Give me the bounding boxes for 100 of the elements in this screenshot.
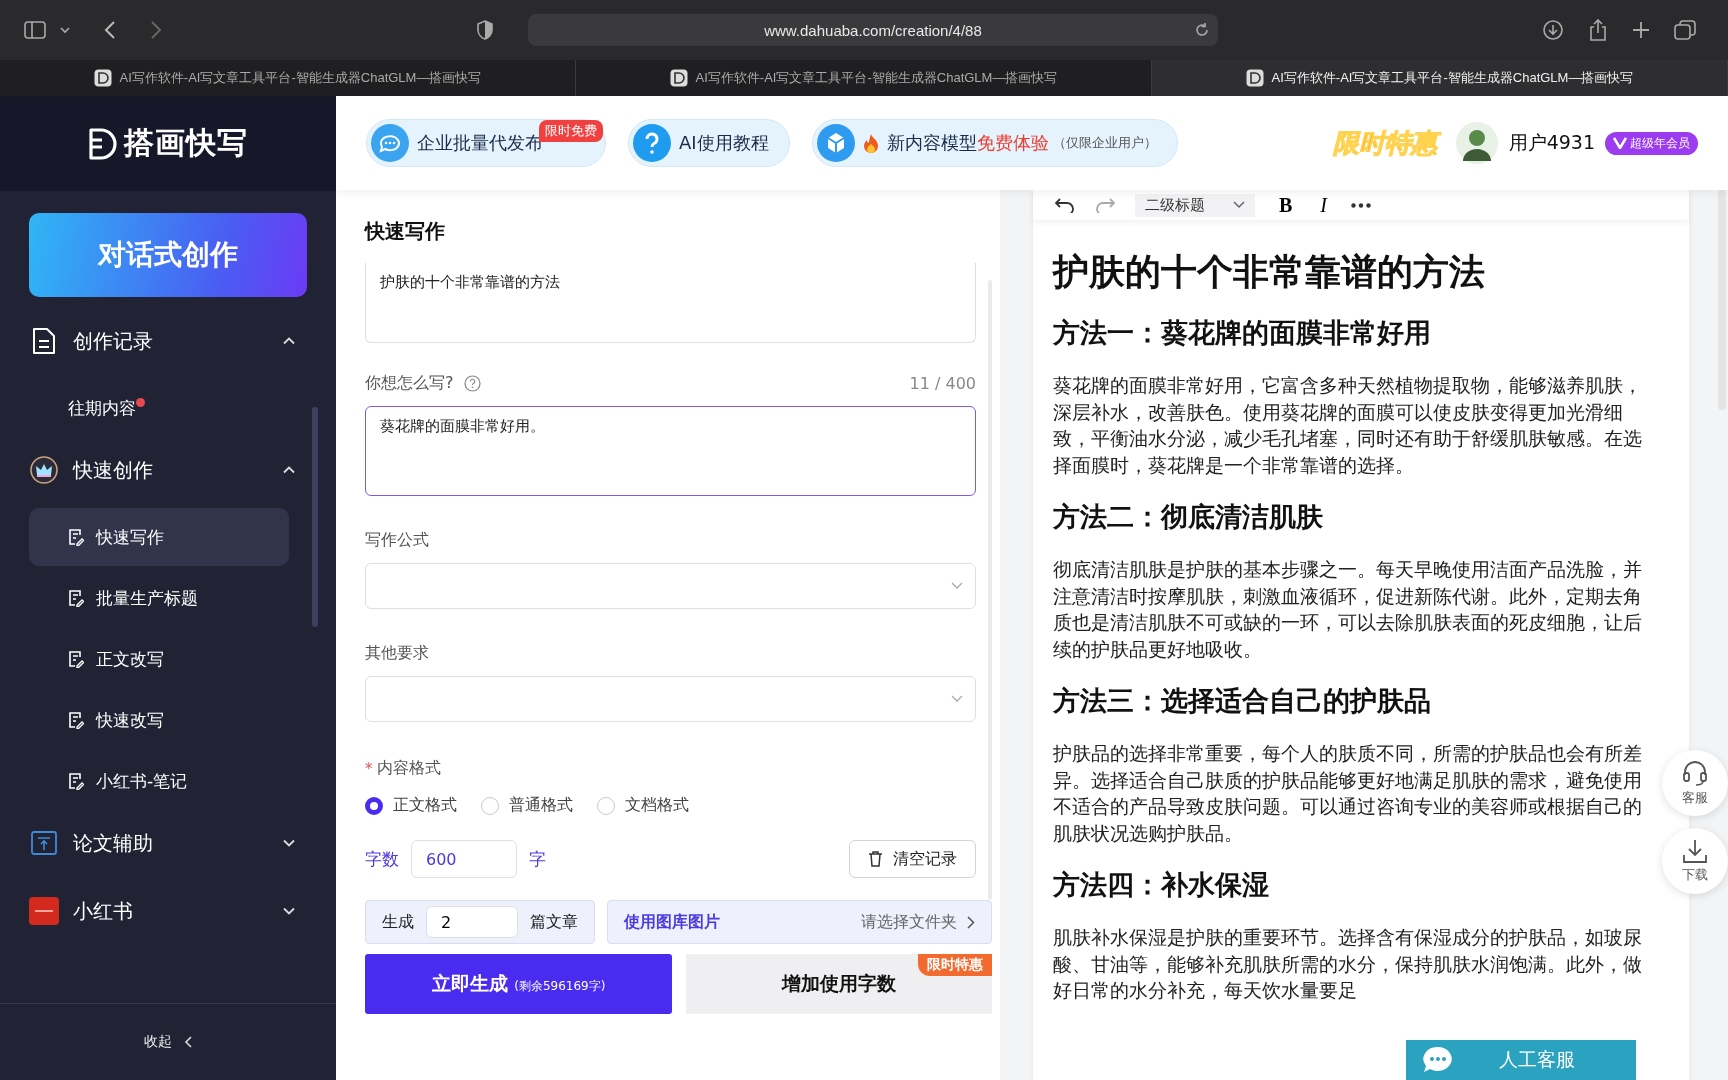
membership-badge: 超级年会员 — [1605, 131, 1698, 155]
menu-item[interactable]: 正文改写 — [29, 630, 289, 688]
panel-title: 快速写作 — [365, 218, 446, 245]
menu-group[interactable]: 快速创作 — [29, 440, 307, 500]
browser-tab[interactable]: AI写作软件-AI写文章工具平台-智能生成器ChatGLM—搭画快写 — [576, 60, 1152, 96]
unit-label: 篇文章 — [530, 911, 578, 933]
paragraph: 彻底清洁肌肤是护肤的基本步骤之一。每天早晚使用洁面产品洗脸，并注意清洁时按摩肌肤，刺激血液循环，促进新陈代谢。此外，定期去角质也是清洁肌肤不可或缺的一环，可以去除肌肤表面的死皮细胞，让后续的护肤品更好地吸收。 — [1053, 557, 1643, 663]
reload-icon[interactable] — [1194, 22, 1210, 38]
chevron-icon — [283, 466, 295, 474]
browser-tab[interactable]: AI写作软件-AI写文章工具平台-智能生成器ChatGLM—搭画快写 — [1152, 60, 1728, 96]
chat-create-button[interactable]: 对话式创作 — [29, 213, 307, 297]
field-label: 内容格式 — [376, 758, 441, 779]
prompt-field[interactable]: 葵花牌的面膜非常好用。 — [365, 406, 976, 496]
generate-button[interactable]: 立即生成 (剩余596169字) — [365, 954, 672, 1014]
format-radio[interactable]: 文档格式 — [597, 795, 689, 816]
more-icon[interactable] — [1351, 202, 1371, 208]
menu-group[interactable]: 创作记录 — [29, 311, 307, 371]
avatar-icon[interactable] — [1454, 121, 1499, 165]
italic-button[interactable]: I — [1316, 193, 1331, 217]
sidebar-toggle-icon[interactable] — [24, 21, 46, 39]
float-button[interactable]: 下载 — [1662, 828, 1728, 894]
chat-bubble-icon — [371, 124, 409, 162]
menu-item[interactable]: 批量生产标题 — [29, 569, 289, 627]
site-logo-icon — [1245, 69, 1264, 87]
menu-item[interactable]: 往期内容 — [29, 379, 289, 437]
forward-icon[interactable] — [150, 21, 162, 39]
field-label: 生成 — [382, 911, 414, 933]
promo-note: （仅限企业用户） — [1052, 134, 1157, 152]
float-button[interactable]: 客服 — [1662, 750, 1728, 816]
menu-group[interactable]: 论文辅助 — [29, 813, 307, 873]
field-label: 你想怎么写? — [365, 373, 454, 394]
download-icon — [1682, 838, 1708, 864]
question-icon — [633, 124, 671, 162]
format-radio[interactable]: 正文格式 — [365, 795, 457, 816]
chevron-down-icon — [1233, 201, 1245, 209]
edit-icon — [68, 528, 84, 546]
plus-icon[interactable] — [1632, 21, 1650, 39]
app-logo-icon — [29, 897, 59, 925]
edit-icon — [68, 772, 84, 790]
scrollbar[interactable] — [1718, 190, 1726, 410]
word-count-field[interactable]: 600 — [411, 840, 517, 878]
field-label: 其他要求 — [365, 643, 430, 664]
download-icon[interactable] — [1542, 19, 1564, 41]
trash-icon — [868, 851, 883, 867]
clear-history-button[interactable]: 清空记录 — [849, 840, 976, 878]
gallery-panel[interactable]: 使用图库图片 请选择文件夹 — [607, 900, 992, 944]
paragraph: 护肤品的选择非常重要，每个人的肤质不同，所需的护肤品也会有所差异。选择适合自己肤质的护肤品能够更好地满足肌肤的需求，避免使用不适合的产品导致皮肤问题。可以通过咨询专业的美容师或根据自己的肌肤状况选购护肤品。 — [1053, 741, 1643, 847]
bold-button[interactable]: B — [1275, 193, 1297, 217]
article-count-field[interactable]: 2 — [426, 906, 518, 938]
radio-circle[interactable] — [365, 796, 383, 815]
menu-item[interactable]: 快速改写 — [29, 691, 289, 749]
field-label: 字数 — [365, 847, 399, 871]
edit-icon — [68, 711, 84, 729]
menu-item[interactable]: 小红书-笔记 — [29, 752, 289, 810]
site-logo-icon — [669, 69, 688, 87]
back-icon[interactable] — [104, 21, 116, 39]
tabs-overview-icon[interactable] — [1674, 20, 1696, 40]
chevron-right-icon — [967, 915, 975, 929]
chevron-left-icon — [184, 1036, 192, 1048]
menu-item[interactable]: 快速写作 — [29, 508, 289, 566]
shield-icon[interactable] — [476, 20, 494, 40]
logo-icon — [88, 126, 118, 161]
upload-icon — [29, 829, 59, 857]
paragraph: 葵花牌的面膜非常好用，它富含多种天然植物提取物，能够滋养肌肤，深层补水，改善肤色。使用葵花牌的面膜可以使皮肤变得更加光滑细致，平衡油水分泌，减少毛孔堵塞，同时还有助于舒缓肌肤敏感。在选择面膜时，葵花牌是一个非常靠谱的选择。 — [1053, 373, 1643, 479]
gallery-label: 使用图库图片 — [624, 911, 721, 933]
char-counter: 11 / 400 — [909, 374, 976, 393]
format-radio[interactable]: 普通格式 — [481, 795, 573, 816]
required-mark: * — [365, 759, 373, 778]
promo-highlight: 免费体验 — [976, 131, 1049, 155]
chevron-down-icon[interactable] — [60, 26, 70, 34]
headset-icon — [1681, 759, 1709, 787]
chevron-down-icon — [951, 695, 963, 703]
logo-text: 搭画快写 — [124, 124, 248, 162]
topic-field[interactable]: 护肤的十个非常靠谱的方法 — [365, 263, 976, 343]
share-icon[interactable] — [1588, 19, 1608, 41]
heading-select[interactable]: 二级标题 — [1135, 193, 1255, 217]
edit-icon — [68, 650, 84, 668]
field-label: 写作公式 — [365, 530, 430, 551]
browser-tab[interactable]: AI写作软件-AI写文章工具平台-智能生成器ChatGLM—搭画快写 — [0, 60, 576, 96]
cube-icon — [816, 124, 855, 162]
menu-group[interactable]: 小红书 — [29, 881, 307, 941]
vip-icon — [1613, 137, 1627, 149]
scrollbar[interactable] — [312, 407, 318, 627]
address-bar[interactable]: www.dahuaba.com/creation/4/88 — [528, 14, 1218, 46]
chat-bubble-icon — [1422, 1045, 1454, 1075]
offer-badge: 限时特惠 — [918, 954, 992, 976]
folder-picker-link[interactable]: 请选择文件夹 — [861, 911, 957, 933]
chevron-icon — [283, 907, 295, 915]
help-icon[interactable] — [463, 375, 481, 392]
promo-button[interactable]: AI使用教程 — [628, 119, 790, 167]
edit-icon — [68, 589, 84, 607]
article-title: 护肤的十个非常靠谱的方法 — [1053, 250, 1486, 294]
flame-icon — [862, 133, 879, 153]
chevron-icon — [283, 839, 295, 847]
section-heading: 方法二：彻底清洁肌肤 — [1053, 500, 1324, 534]
chevron-down-icon — [951, 582, 963, 590]
promo-button[interactable]: 新内容模型免费体验 （仅限企业用户） — [811, 119, 1178, 167]
collapse-button[interactable]: 收起 — [138, 1032, 198, 1052]
user-name[interactable]: 用户4931 — [1508, 130, 1595, 156]
undo-icon[interactable] — [1055, 197, 1075, 213]
